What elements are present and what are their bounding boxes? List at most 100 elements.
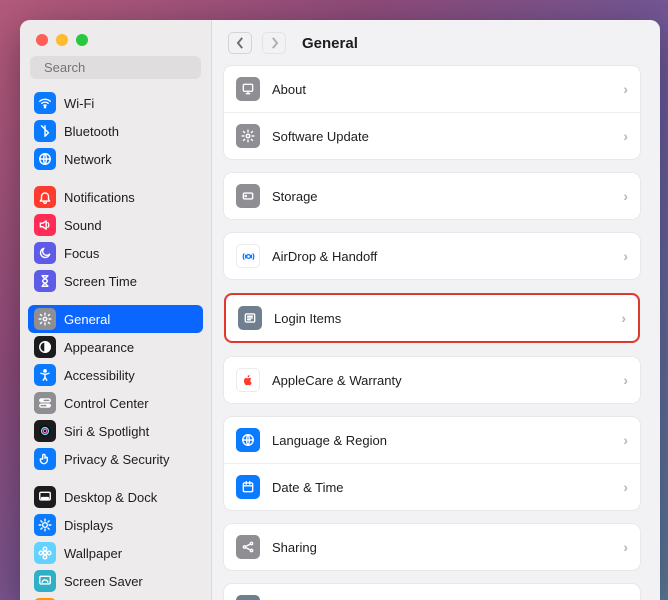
sidebar-item-appearance[interactable]: Appearance: [28, 333, 203, 361]
sidebar-item-label: Wallpaper: [64, 546, 122, 561]
settings-row-login-items[interactable]: Login Items ›: [226, 295, 638, 341]
zoom-window-button[interactable]: [76, 34, 88, 46]
flower-icon: [34, 542, 56, 564]
settings-row-time-machine[interactable]: Time Machine›: [224, 584, 640, 600]
settings-row-label: Login Items: [274, 311, 609, 326]
sidebar-item-displays[interactable]: Displays: [28, 511, 203, 539]
hourglass-icon: [34, 270, 56, 292]
sidebar-item-general[interactable]: General: [28, 305, 203, 333]
bell-icon: [34, 186, 56, 208]
sidebar-item-desktop-dock[interactable]: Desktop & Dock: [28, 483, 203, 511]
sidebar-item-label: Privacy & Security: [64, 452, 169, 467]
settings-row-label: Date & Time: [272, 480, 611, 495]
speaker-icon: [34, 214, 56, 236]
mac-icon: [236, 77, 260, 101]
chevron-right-icon: ›: [623, 128, 628, 144]
chevron-right-icon: ›: [623, 188, 628, 204]
close-window-button[interactable]: [36, 34, 48, 46]
minimize-window-button[interactable]: [56, 34, 68, 46]
sidebar-item-label: Sound: [64, 218, 102, 233]
calendar-icon: [236, 475, 260, 499]
sidebar-item-screen-saver[interactable]: Screen Saver: [28, 567, 203, 595]
sidebar-item-wi-fi[interactable]: Wi-Fi: [28, 89, 203, 117]
sidebar-item-label: Focus: [64, 246, 99, 261]
list-icon: [238, 306, 262, 330]
settings-row-label: Language & Region: [272, 433, 611, 448]
globe-icon: [34, 148, 56, 170]
search-field[interactable]: [30, 56, 201, 79]
search-container: [20, 56, 211, 87]
chevron-right-icon: ›: [621, 310, 626, 326]
chevron-right-icon: ›: [623, 432, 628, 448]
chevron-right-icon: ›: [623, 539, 628, 555]
settings-row-language-region[interactable]: Language & Region ›: [224, 417, 640, 463]
sidebar-item-label: Desktop & Dock: [64, 490, 157, 505]
hand-icon: [34, 448, 56, 470]
chevron-right-icon: ›: [623, 479, 628, 495]
screensaver-icon: [34, 570, 56, 592]
moon-icon: [34, 242, 56, 264]
sidebar-item-label: Displays: [64, 518, 113, 533]
sidebar-item-label: Accessibility: [64, 368, 135, 383]
settings-row-label: AirDrop & Handoff: [272, 249, 611, 264]
sidebar-item-label: Screen Saver: [64, 574, 143, 589]
search-input[interactable]: [44, 60, 220, 75]
chevron-right-icon: ›: [623, 372, 628, 388]
sidebar-item-bluetooth[interactable]: Bluetooth: [28, 117, 203, 145]
sidebar-item-label: Wi-Fi: [64, 96, 94, 111]
main-pane: General About›Software Update›Storage›Ai…: [212, 20, 660, 600]
sun-icon: [34, 514, 56, 536]
sidebar-item-accessibility[interactable]: Accessibility: [28, 361, 203, 389]
page-title: General: [302, 35, 358, 52]
airdrop-icon: [236, 244, 260, 268]
chevron-right-icon: [270, 37, 279, 49]
settings-row-label: Storage: [272, 189, 611, 204]
applecare-icon: [236, 368, 260, 392]
sidebar-item-sound[interactable]: Sound: [28, 211, 203, 239]
chevron-left-icon: [236, 37, 245, 49]
gear-icon: [236, 124, 260, 148]
sidebar: Wi-Fi Bluetooth Network Notifications Sound F…: [20, 20, 212, 600]
settings-row-label: Software Update: [272, 129, 611, 144]
sidebar-item-label: Network: [64, 152, 112, 167]
sidebar-item-label: General: [64, 312, 110, 327]
toolbar: General: [212, 20, 660, 62]
forward-button[interactable]: [262, 32, 286, 54]
settings-row-label: AppleCare & Warranty: [272, 373, 611, 388]
settings-row-label: About: [272, 82, 611, 97]
settings-row-airdrop-handoff[interactable]: AirDrop & Handoff ›: [224, 233, 640, 279]
sidebar-item-label: Notifications: [64, 190, 135, 205]
sidebar-item-notifications[interactable]: Notifications: [28, 183, 203, 211]
sidebar-item-label: Control Center: [64, 396, 149, 411]
globe-icon: [236, 428, 260, 452]
chevron-right-icon: ›: [623, 81, 628, 97]
siri-icon: [34, 420, 56, 442]
sidebar-item-wallpaper[interactable]: Wallpaper: [28, 539, 203, 567]
back-button[interactable]: [228, 32, 252, 54]
disk-icon: [236, 184, 260, 208]
settings-row-about[interactable]: About ›: [224, 66, 640, 112]
sidebar-item-privacy-security[interactable]: Privacy & Security: [28, 445, 203, 473]
sidebar-item-label: Bluetooth: [64, 124, 119, 139]
content-scroll: About›Software Update›Storage›AirDrop & …: [212, 62, 660, 600]
settings-row-applecare-warranty[interactable]: AppleCare & Warranty ›: [224, 357, 640, 403]
sidebar-item-network[interactable]: Network: [28, 145, 203, 173]
sidebar-item-focus[interactable]: Focus: [28, 239, 203, 267]
sidebar-item-siri-spotlight[interactable]: Siri & Spotlight: [28, 417, 203, 445]
settings-row-storage[interactable]: Storage ›: [224, 173, 640, 219]
timemachine-icon: [236, 595, 260, 600]
settings-row-date-time[interactable]: Date & Time ›: [224, 463, 640, 510]
settings-row-sharing[interactable]: Sharing ›: [224, 524, 640, 570]
sidebar-item-energy-saver[interactable]: Energy Saver: [28, 595, 203, 600]
switches-icon: [34, 392, 56, 414]
bluetooth-icon: [34, 120, 56, 142]
settings-row-label: Sharing: [272, 540, 611, 555]
sidebar-item-control-center[interactable]: Control Center: [28, 389, 203, 417]
sidebar-item-label: Appearance: [64, 340, 134, 355]
window-controls: [20, 20, 211, 56]
dock-icon: [34, 486, 56, 508]
chevron-right-icon: ›: [623, 248, 628, 264]
settings-row-software-update[interactable]: Software Update ›: [224, 112, 640, 159]
appearance-icon: [34, 336, 56, 358]
sidebar-item-screen-time[interactable]: Screen Time: [28, 267, 203, 295]
